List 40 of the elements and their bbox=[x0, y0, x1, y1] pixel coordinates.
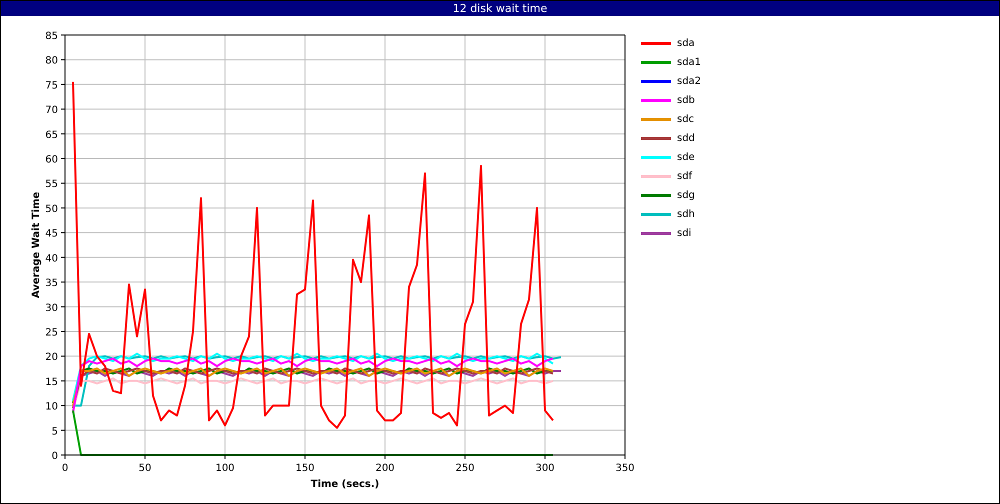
legend-label: sdf bbox=[677, 171, 692, 182]
legend-label: sde bbox=[677, 152, 695, 163]
y-tick-label: 35 bbox=[45, 278, 58, 290]
y-axis-title: Average Wait Time bbox=[31, 192, 42, 298]
legend-label: sdg bbox=[677, 190, 695, 201]
y-tick-label: 60 bbox=[45, 154, 58, 166]
x-tick-label: 150 bbox=[295, 463, 315, 474]
y-tick-label: 45 bbox=[45, 228, 58, 240]
y-tick-label: 30 bbox=[45, 302, 58, 314]
x-tick-label: 0 bbox=[62, 463, 68, 474]
y-tick-label: 80 bbox=[45, 56, 58, 67]
y-tick-label: 85 bbox=[45, 31, 58, 42]
x-tick-label: 200 bbox=[375, 463, 395, 474]
y-tick-label: 65 bbox=[45, 130, 58, 141]
y-tick-label: 75 bbox=[45, 80, 58, 92]
y-tick-label: 55 bbox=[45, 179, 58, 190]
y-tick-label: 10 bbox=[45, 402, 58, 413]
y-tick-label: 70 bbox=[45, 105, 58, 116]
legend-label: sda bbox=[677, 38, 695, 49]
x-tick-label: 100 bbox=[215, 463, 235, 474]
y-tick-label: 40 bbox=[45, 253, 58, 264]
x-tick-label: 300 bbox=[535, 463, 555, 474]
legend-label: sdi bbox=[677, 228, 692, 239]
x-tick-label: 250 bbox=[455, 463, 475, 474]
y-tick-label: 5 bbox=[52, 426, 58, 438]
legend-label: sdb bbox=[677, 95, 695, 106]
legend-label: sda2 bbox=[677, 76, 702, 87]
legend-label: sda1 bbox=[677, 57, 702, 68]
y-tick-label: 0 bbox=[52, 451, 58, 462]
x-tick-label: 50 bbox=[138, 463, 152, 474]
y-tick-label: 15 bbox=[45, 376, 58, 388]
legend-label: sdd bbox=[677, 133, 695, 144]
x-tick-label: 350 bbox=[615, 463, 635, 474]
y-tick-label: 50 bbox=[45, 204, 58, 215]
x-axis-title: Time (secs.) bbox=[310, 479, 380, 490]
legend-label: sdc bbox=[677, 114, 694, 125]
y-tick-label: 20 bbox=[45, 352, 58, 364]
window-title: 12 disk wait time bbox=[1, 1, 999, 16]
legend-label: sdh bbox=[677, 209, 695, 220]
y-tick-label: 25 bbox=[45, 327, 58, 338]
